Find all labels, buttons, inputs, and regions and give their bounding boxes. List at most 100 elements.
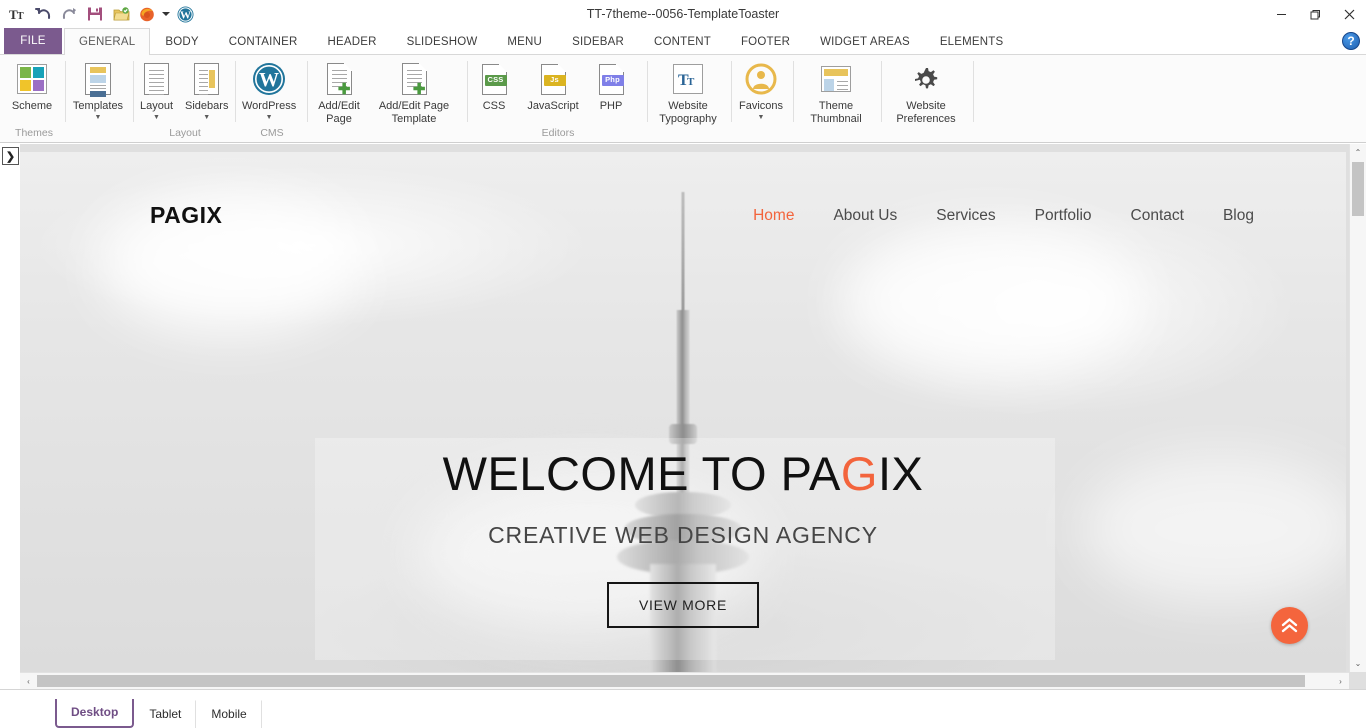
css-editor-button[interactable]: CSS CSS: [468, 59, 520, 113]
svg-text:W: W: [259, 69, 279, 91]
device-tab-mobile[interactable]: Mobile: [196, 700, 262, 728]
ribbon-group-themes: Scheme Themes: [2, 55, 66, 142]
tt-logo-icon[interactable]: TT: [5, 2, 29, 26]
nav-item-services[interactable]: Services: [936, 207, 995, 225]
ribbon-group-pages: ✚ Add/Edit Page ✚ Add/Edit Page Template: [308, 55, 468, 142]
website-typography-button[interactable]: TT Website Typography: [648, 59, 728, 125]
horizontal-scrollbar-thumb[interactable]: [37, 675, 1305, 687]
theme-thumbnail-button[interactable]: Theme Thumbnail: [794, 59, 878, 125]
quick-access-toolbar: TT W: [0, 1, 197, 27]
horizontal-scrollbar[interactable]: ‹ ›: [20, 672, 1349, 689]
redo-icon[interactable]: [57, 2, 81, 26]
add-edit-page-button[interactable]: ✚ Add/Edit Page: [308, 59, 370, 125]
tab-slideshow[interactable]: SLIDESHOW: [392, 28, 493, 54]
tab-header[interactable]: HEADER: [312, 28, 391, 54]
ribbon-group-label-cms: CMS: [260, 127, 284, 139]
css-tag-label: CSS: [484, 74, 507, 86]
open-folder-icon[interactable]: [109, 2, 133, 26]
site-header: PAGIX Home About Us Services Portfolio C…: [20, 152, 1346, 262]
scheme-button[interactable]: Scheme: [2, 59, 62, 113]
ribbon-group-editors: CSS CSS Js JavaScript Php PHP Editors: [468, 55, 648, 142]
undo-icon[interactable]: [31, 2, 55, 26]
save-icon[interactable]: [83, 2, 107, 26]
sidebars-label: Sidebars: [185, 100, 229, 112]
theme-thumbnail-label: Theme Thumbnail: [810, 100, 862, 125]
ribbon-group-label-pages: [308, 126, 468, 142]
add-edit-page-label: Add/Edit Page: [318, 100, 360, 125]
tab-sidebar[interactable]: SIDEBAR: [557, 28, 639, 54]
tab-container[interactable]: CONTAINER: [214, 28, 313, 54]
add-edit-page-template-label: Add/Edit Page Template: [378, 100, 450, 125]
scroll-down-arrow-icon[interactable]: ⌄: [1350, 655, 1366, 672]
hero-title-after: IX: [877, 447, 924, 500]
expand-panel-button[interactable]: ❯: [2, 147, 19, 165]
scroll-right-arrow-icon[interactable]: ›: [1332, 673, 1349, 689]
wordpress-button[interactable]: W WordPress ▼: [236, 59, 302, 122]
website-preferences-label: Website Preferences: [896, 100, 956, 125]
vertical-scrollbar-thumb[interactable]: [1352, 162, 1364, 216]
hero-subtitle: CREATIVE WEB DESIGN AGENCY: [488, 522, 878, 548]
add-edit-page-template-button[interactable]: ✚ Add/Edit Page Template: [370, 59, 458, 125]
add-edit-page-icon: ✚: [326, 61, 352, 97]
nav-item-contact[interactable]: Contact: [1131, 207, 1184, 225]
ribbon-tab-bar: FILE GENERAL BODY CONTAINER HEADER SLIDE…: [0, 28, 1366, 55]
minimize-button[interactable]: [1264, 0, 1298, 28]
wordpress-caret-icon[interactable]: ▼: [266, 114, 273, 122]
layout-button[interactable]: Layout ▼: [134, 59, 179, 122]
ribbon-group-label-preferences: [882, 126, 974, 142]
favicons-icon: [745, 61, 777, 97]
hero-title: WELCOME TO PAGIX: [20, 446, 1346, 501]
nav-item-about-us[interactable]: About Us: [833, 207, 897, 225]
left-strip: [0, 144, 20, 689]
device-tab-desktop[interactable]: Desktop: [55, 699, 135, 728]
layout-caret-icon[interactable]: ▼: [153, 114, 160, 122]
tab-file[interactable]: FILE: [4, 28, 62, 54]
tab-widget-areas[interactable]: WIDGET AREAS: [805, 28, 925, 54]
website-typography-label: Website Typography: [659, 100, 717, 125]
sidebars-caret-icon[interactable]: ▼: [203, 114, 210, 122]
favicons-button[interactable]: Favicons ▼: [732, 59, 790, 122]
scroll-left-arrow-icon[interactable]: ‹: [20, 673, 37, 689]
website-preview: PAGIX Home About Us Services Portfolio C…: [20, 152, 1346, 672]
nav-item-home[interactable]: Home: [753, 207, 794, 225]
tab-footer[interactable]: FOOTER: [726, 28, 805, 54]
templates-button[interactable]: Templates ▼: [66, 59, 130, 122]
help-icon[interactable]: ?: [1342, 32, 1360, 50]
svg-text:W: W: [180, 9, 191, 21]
horizontal-scrollbar-track[interactable]: [37, 673, 1332, 689]
preview-dropdown-icon[interactable]: [161, 2, 171, 26]
vertical-scrollbar[interactable]: ⌃ ⌄: [1349, 144, 1366, 672]
firefox-preview-icon[interactable]: [135, 2, 159, 26]
svg-text:T: T: [17, 11, 24, 22]
website-preferences-button[interactable]: Website Preferences: [882, 59, 970, 125]
scroll-to-top-button[interactable]: [1271, 607, 1308, 644]
wordpress-icon[interactable]: W: [173, 2, 197, 26]
scroll-up-arrow-icon[interactable]: ⌃: [1350, 144, 1366, 161]
tab-menu[interactable]: MENU: [492, 28, 557, 54]
favicons-caret-icon[interactable]: ▼: [758, 114, 765, 122]
javascript-editor-button[interactable]: Js JavaScript: [520, 59, 586, 113]
device-tab-tablet[interactable]: Tablet: [134, 700, 197, 728]
svg-text:T: T: [687, 76, 695, 88]
hero-view-more-button[interactable]: VIEW MORE: [607, 582, 759, 628]
add-edit-page-template-icon: ✚: [401, 61, 427, 97]
templates-caret-icon[interactable]: ▼: [95, 114, 102, 122]
close-button[interactable]: [1332, 0, 1366, 28]
sidebars-button[interactable]: Sidebars ▼: [179, 59, 234, 122]
restore-button[interactable]: [1298, 0, 1332, 28]
hero-title-before: WELCOME TO PA: [442, 447, 841, 500]
tab-elements[interactable]: ELEMENTS: [925, 28, 1019, 54]
php-editor-button[interactable]: Php PHP: [586, 59, 636, 113]
scheme-label: Scheme: [11, 100, 53, 112]
site-logo[interactable]: PAGIX: [150, 202, 222, 229]
tab-general[interactable]: GENERAL: [64, 28, 151, 55]
typography-icon: TT: [673, 61, 703, 97]
php-editor-label: PHP: [599, 100, 623, 112]
css-editor-label: CSS: [482, 100, 506, 112]
tab-content[interactable]: CONTENT: [639, 28, 726, 54]
nav-item-portfolio[interactable]: Portfolio: [1035, 207, 1092, 225]
ribbon-group-cms: W WordPress ▼ CMS: [236, 55, 308, 142]
site-nav: Home About Us Services Portfolio Contact…: [753, 207, 1254, 225]
tab-body[interactable]: BODY: [150, 28, 213, 54]
nav-item-blog[interactable]: Blog: [1223, 207, 1254, 225]
